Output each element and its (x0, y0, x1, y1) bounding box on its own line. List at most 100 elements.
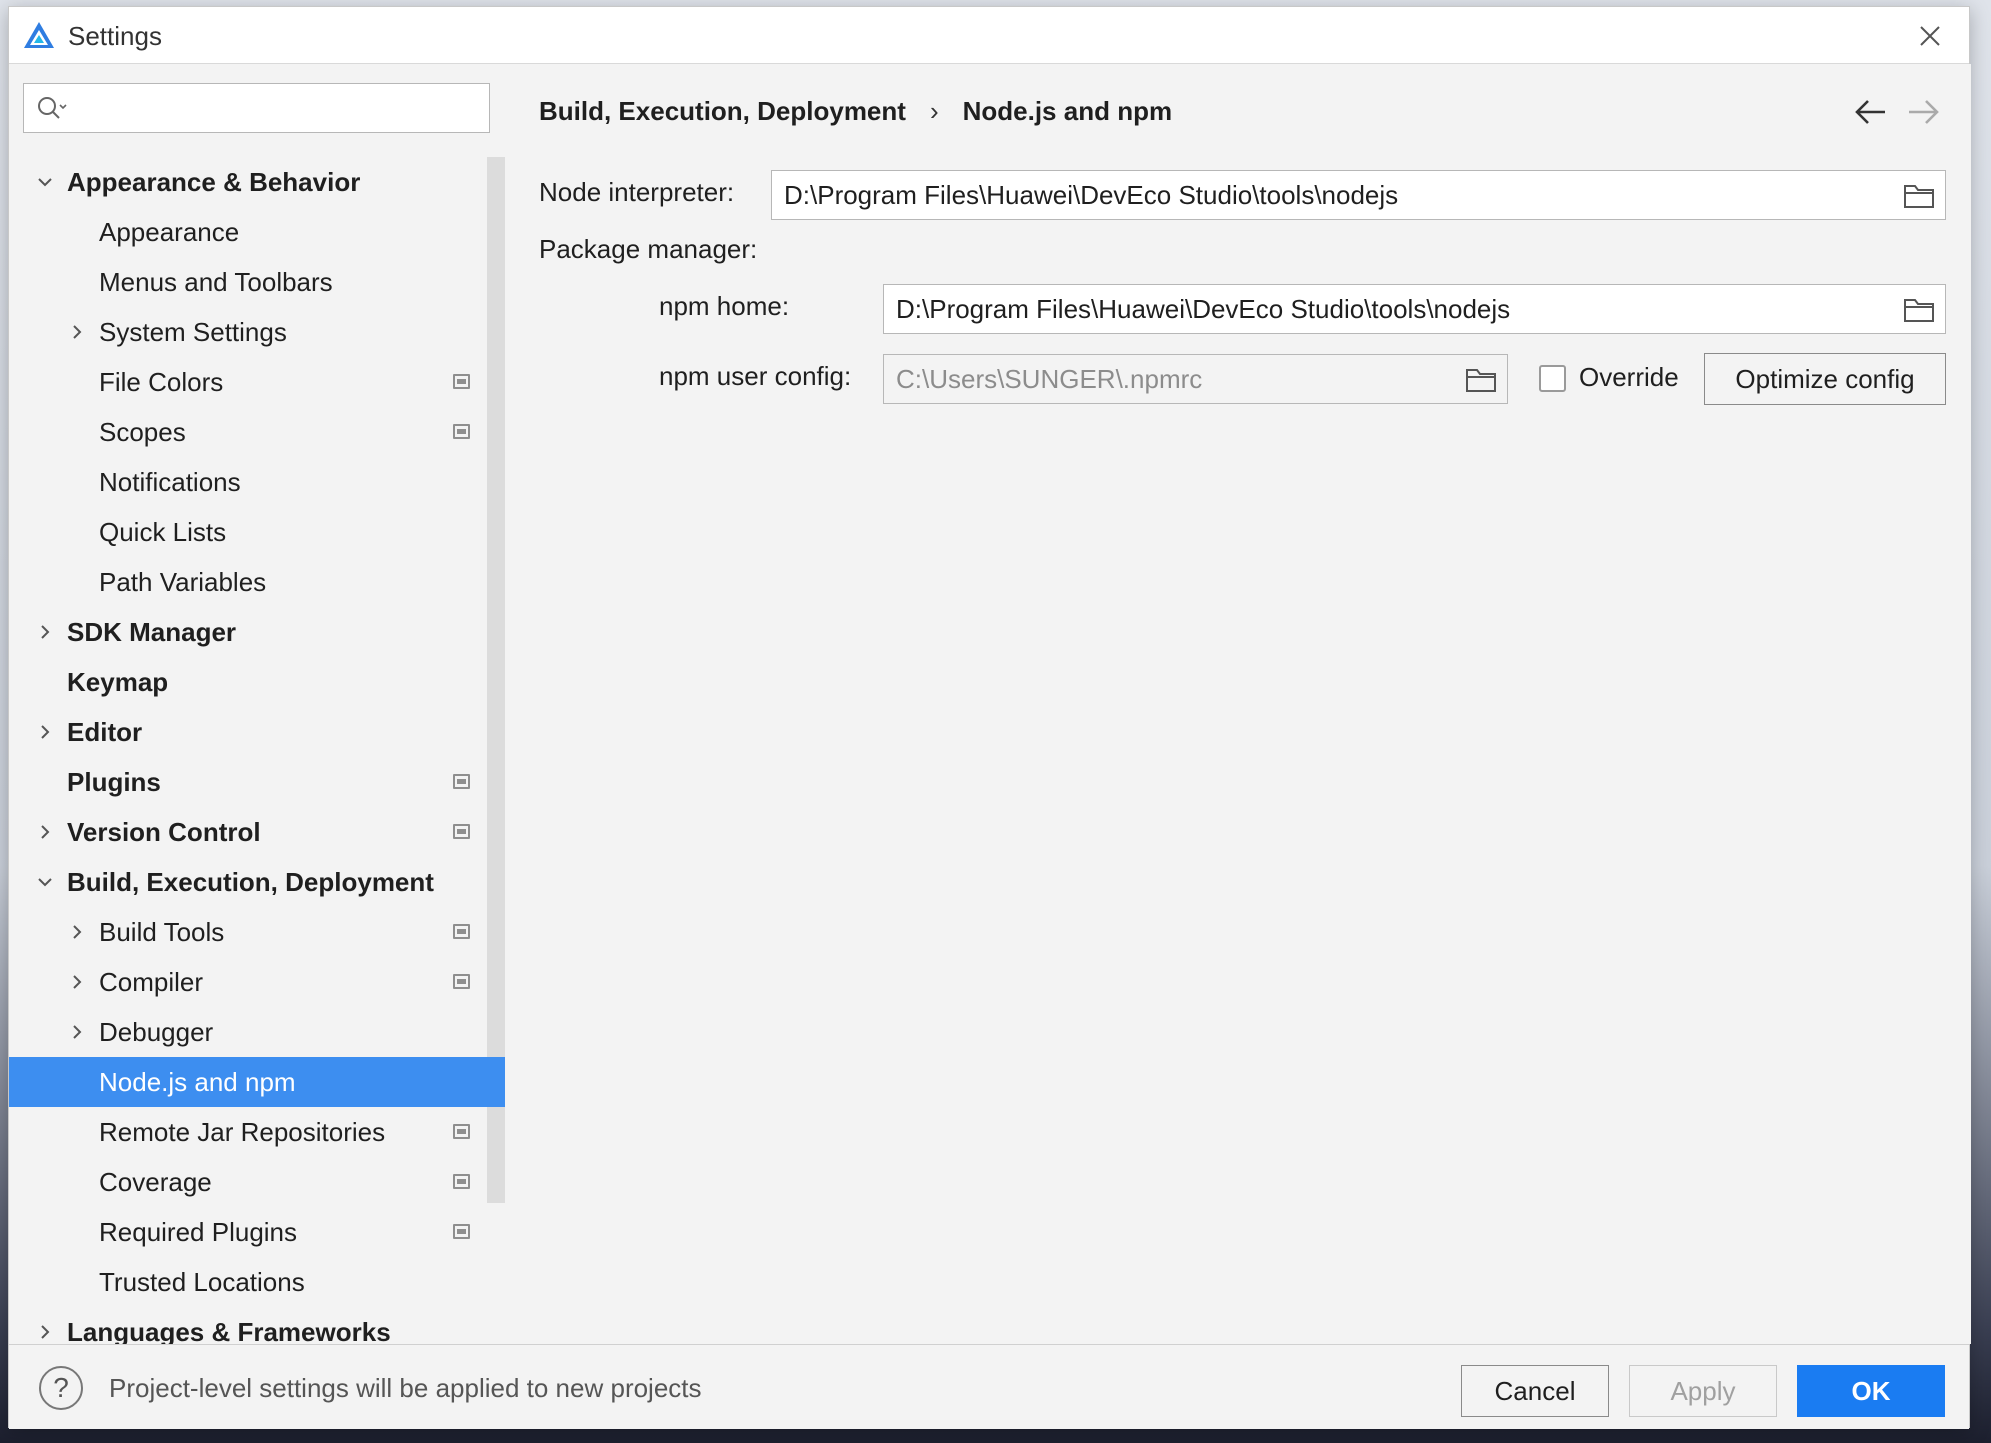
settings-content: Build, Execution, Deployment › Node.js a… (505, 64, 1971, 1344)
sidebar-item-label: System Settings (99, 317, 287, 347)
node-interpreter-field[interactable]: D:\Program Files\Huawei\DevEco Studio\to… (771, 170, 1946, 220)
sidebar-item-compiler[interactable]: Compiler (9, 957, 505, 1007)
sidebar-item-required-plugins[interactable]: Required Plugins (9, 1207, 505, 1257)
sidebar-item-appearance[interactable]: Appearance (9, 207, 505, 257)
sidebar-item-file-colors[interactable]: File Colors (9, 357, 505, 407)
ok-button[interactable]: OK (1797, 1365, 1945, 1417)
folder-icon[interactable] (1465, 366, 1497, 393)
forward-arrow-icon[interactable] (1905, 94, 1941, 130)
project-level-icon (453, 974, 470, 989)
sidebar-item-remote-jar-repositories[interactable]: Remote Jar Repositories (9, 1107, 505, 1157)
sidebar-item-debugger[interactable]: Debugger (9, 1007, 505, 1057)
node-interpreter-value: D:\Program Files\Huawei\DevEco Studio\to… (784, 180, 1399, 210)
node-interpreter-label: Node interpreter: (539, 177, 735, 207)
breadcrumb: Build, Execution, Deployment › Node.js a… (539, 96, 1172, 127)
sidebar-item-sdk-manager[interactable]: SDK Manager (9, 607, 505, 657)
settings-search[interactable] (23, 83, 490, 133)
project-level-icon (453, 374, 470, 389)
sidebar-item-editor[interactable]: Editor (9, 707, 505, 757)
sidebar-item-plugins[interactable]: Plugins (9, 757, 505, 807)
sidebar-item-label: Notifications (99, 467, 241, 497)
npm-user-config-value: C:\Users\SUNGER\.npmrc (896, 364, 1203, 394)
apply-button[interactable]: Apply (1629, 1365, 1777, 1417)
sidebar-item-label: Keymap (67, 667, 169, 697)
chevron-right-icon[interactable] (69, 324, 85, 340)
sidebar-item-label: Editor (67, 717, 143, 747)
chevron-down-icon[interactable] (37, 174, 53, 190)
sidebar-item-label: Quick Lists (99, 517, 227, 547)
window-title: Settings (68, 21, 162, 51)
npm-user-config-field[interactable]: C:\Users\SUNGER\.npmrc (883, 354, 1508, 404)
sidebar-item-label: Compiler (99, 967, 204, 997)
folder-icon[interactable] (1903, 182, 1935, 209)
sidebar-item-label: Remote Jar Repositories (99, 1117, 386, 1147)
optimize-config-button[interactable]: Optimize config (1704, 353, 1946, 405)
sidebar-item-scopes[interactable]: Scopes (9, 407, 505, 457)
chevron-right-icon[interactable] (37, 624, 53, 640)
sidebar-item-build-tools[interactable]: Build Tools (9, 907, 505, 957)
settings-tree: Appearance & Behavior Appearance Menus and… (9, 157, 505, 1344)
breadcrumb-current: Node.js and npm (962, 96, 1173, 126)
sidebar-item-label: Build Tools (99, 917, 225, 947)
sidebar-item-system-settings[interactable]: System Settings (9, 307, 505, 357)
sidebar-item-menus-and-toolbars[interactable]: Menus and Toolbars (9, 257, 505, 307)
chevron-right-icon[interactable] (69, 974, 85, 990)
sidebar-item-label: Debugger (99, 1017, 214, 1047)
settings-sidebar: Appearance & Behavior Appearance Menus and… (9, 64, 505, 1344)
project-level-icon (453, 1224, 470, 1239)
title-bar: Settings (9, 7, 1969, 64)
sidebar-item-label: Appearance (99, 217, 240, 247)
dialog-footer: ? Project-level settings will be applied… (9, 1344, 1969, 1429)
sidebar-item-appearance-behavior[interactable]: Appearance & Behavior (9, 157, 505, 207)
sidebar-item-label: Menus and Toolbars (99, 267, 333, 297)
folder-icon[interactable] (1903, 296, 1935, 323)
chevron-right-icon[interactable] (37, 1324, 53, 1340)
sidebar-item-label: Plugins (67, 767, 161, 797)
breadcrumb-parent[interactable]: Build, Execution, Deployment (539, 96, 906, 127)
chevron-right-icon[interactable] (69, 924, 85, 940)
chevron-right-icon[interactable] (37, 824, 53, 840)
settings-dialog: Settings Appearance & Behavior Appearance… (8, 6, 1971, 1429)
sidebar-item-languages-frameworks[interactable]: Languages & Frameworks (9, 1307, 505, 1344)
npm-home-label: npm home: (659, 291, 790, 321)
project-level-icon (453, 824, 470, 839)
search-icon (38, 97, 67, 119)
project-level-icon (453, 424, 470, 439)
npm-user-config-label: npm user config: (659, 361, 852, 391)
sidebar-item-label: Node.js and npm (99, 1067, 296, 1097)
sidebar-item-coverage[interactable]: Coverage (9, 1157, 505, 1207)
back-arrow-icon[interactable] (1853, 94, 1889, 130)
npm-home-field[interactable]: D:\Program Files\Huawei\DevEco Studio\to… (883, 284, 1946, 334)
sidebar-item-label: Languages & Frameworks (67, 1317, 391, 1344)
override-checkbox[interactable] (1539, 365, 1566, 392)
chevron-down-icon[interactable] (37, 874, 53, 890)
sidebar-item-path-variables[interactable]: Path Variables (9, 557, 505, 607)
chevron-right-icon[interactable] (37, 724, 53, 740)
help-icon[interactable]: ? (39, 1366, 83, 1410)
deveco-logo-icon (24, 22, 54, 48)
sidebar-item-label: Required Plugins (99, 1217, 298, 1247)
sidebar-item-label: Version Control (67, 817, 261, 847)
cancel-button[interactable]: Cancel (1461, 1365, 1609, 1417)
sidebar-item-version-control[interactable]: Version Control (9, 807, 505, 857)
package-manager-label: Package manager: (539, 234, 758, 264)
sidebar-item-label: Build, Execution, Deployment (67, 867, 434, 897)
sidebar-item-keymap[interactable]: Keymap (9, 657, 505, 707)
override-label[interactable]: Override (1579, 362, 1679, 393)
search-input[interactable] (80, 92, 480, 124)
project-level-icon (453, 1124, 470, 1139)
sidebar-item-label: Trusted Locations (99, 1267, 305, 1297)
sidebar-item-trusted-locations[interactable]: Trusted Locations (9, 1257, 505, 1307)
sidebar-item-notifications[interactable]: Notifications (9, 457, 505, 507)
sidebar-item-build-execution-deployment[interactable]: Build, Execution, Deployment (9, 857, 505, 907)
sidebar-item-node-js-and-npm[interactable]: Node.js and npm (9, 1057, 505, 1107)
sidebar-item-label: File Colors (99, 367, 224, 397)
npm-home-value: D:\Program Files\Huawei\DevEco Studio\to… (896, 294, 1511, 324)
sidebar-item-quick-lists[interactable]: Quick Lists (9, 507, 505, 557)
project-level-icon (453, 924, 470, 939)
project-level-icon (453, 774, 470, 789)
sidebar-item-label: Path Variables (99, 567, 267, 597)
chevron-right-icon[interactable] (69, 1024, 85, 1040)
sidebar-item-label: SDK Manager (67, 617, 237, 647)
close-button[interactable] (1913, 19, 1947, 53)
